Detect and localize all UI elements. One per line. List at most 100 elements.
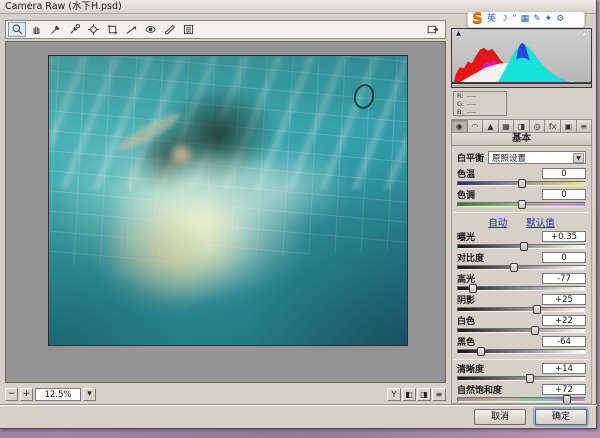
channel-label: G:	[457, 100, 467, 108]
slider-track[interactable]	[457, 307, 586, 312]
slider-track[interactable]	[457, 181, 586, 186]
language-mode-icon[interactable]: 英	[487, 12, 496, 27]
tab-camera-calibration[interactable]: ▣	[561, 119, 577, 133]
slider-thumb[interactable]	[526, 374, 534, 383]
zoom-tool-button[interactable]	[8, 22, 26, 37]
slider-value-input[interactable]: 0	[542, 168, 586, 179]
slider-label: 曝光	[457, 230, 475, 243]
toggle-fullscreen-button[interactable]	[423, 22, 443, 37]
divider	[454, 212, 589, 213]
slider-thumb[interactable]	[518, 200, 526, 209]
slider-thumb[interactable]	[518, 179, 526, 188]
slider-label: 阴影	[457, 293, 475, 306]
slider-thumb[interactable]	[510, 263, 518, 272]
slider-track[interactable]	[457, 328, 586, 333]
photo-preview[interactable]	[49, 56, 407, 345]
slider-contrast: 对比度0	[457, 251, 586, 270]
chevron-down-icon[interactable]: ▼	[573, 153, 584, 163]
moon-icon[interactable]: ☽	[500, 12, 508, 27]
slider-track[interactable]	[457, 244, 586, 249]
slider-temperature: 色温 0	[457, 167, 586, 186]
adjustment-brush-tool-button[interactable]	[160, 22, 178, 37]
zoom-in-button[interactable]: +	[20, 388, 33, 401]
slider-thumb[interactable]	[477, 347, 485, 356]
ime-logo-icon[interactable]: S	[472, 11, 483, 25]
zoom-controls: − + 12.5% ▾ Y◧◨≡	[5, 386, 446, 402]
panel-menu-button[interactable]: ≡	[432, 388, 446, 401]
white-balance-select[interactable]: 原照设置 ▼	[488, 151, 586, 164]
slider-thumb[interactable]	[520, 242, 528, 251]
tab-basic[interactable]: ◉	[451, 119, 468, 133]
toolbox-wrench-icon[interactable]: ⚙	[556, 12, 564, 27]
slider-thumb[interactable]	[531, 326, 539, 335]
straighten-tool-button[interactable]	[122, 22, 140, 37]
zoom-tool-icon	[11, 23, 24, 36]
rgb-readout-row: R:----	[457, 92, 503, 100]
zoom-out-button[interactable]: −	[5, 388, 18, 401]
tab-lens-corrections[interactable]: ◎	[530, 119, 546, 133]
preferences-tool-button[interactable]	[179, 22, 197, 37]
slider-vibrance: 自然饱和度+72	[457, 383, 586, 402]
channel-label: R:	[457, 92, 467, 100]
white-balance-row: 白平衡 原照设置 ▼	[457, 150, 586, 165]
slider-track[interactable]	[457, 397, 586, 402]
tab-presets[interactable]: ≡	[577, 119, 593, 133]
soft-keyboard-icon[interactable]: ▦	[521, 12, 530, 27]
hand-tool-button[interactable]	[27, 22, 45, 37]
white-balance-tool-button[interactable]	[46, 22, 64, 37]
preview-split-button[interactable]: Y	[387, 388, 401, 401]
slider-track[interactable]	[457, 202, 586, 207]
adjustments-panel: ▲ ▲ R:----G:----B:---- ◉◠▲▦◨◎fx▣≡ 基本 白平衡…	[450, 18, 594, 404]
preview-buttons: Y◧◨≡	[387, 388, 446, 401]
divider	[454, 359, 589, 360]
color-sampler-tool-button[interactable]	[65, 22, 83, 37]
auto-link[interactable]: 自动	[488, 218, 507, 229]
slider-value-input[interactable]: -77	[542, 273, 586, 284]
tab-tone-curve[interactable]: ◠	[468, 119, 484, 133]
slider-label: 高光	[457, 272, 475, 285]
slider-value-input[interactable]: +22	[542, 315, 586, 326]
hand-tool-icon	[30, 23, 43, 36]
slider-value-input[interactable]: +72	[542, 384, 586, 395]
slider-value-input[interactable]: +25	[542, 294, 586, 305]
slider-value-input[interactable]: 0	[542, 252, 586, 263]
cancel-button[interactable]: 取消	[474, 409, 526, 425]
slider-track[interactable]	[457, 286, 586, 291]
targeted-adjustment-tool-button[interactable]	[84, 22, 102, 37]
default-link[interactable]: 默认值	[526, 218, 555, 229]
slider-track[interactable]	[457, 349, 586, 354]
zoom-level-dropdown-button[interactable]: ▾	[83, 388, 96, 401]
tab-effects[interactable]: fx	[545, 119, 561, 133]
ime-toolbar: S 英 ☽ ” ▦✎ ✦⚙	[467, 11, 585, 28]
slider-label: 清晰度	[457, 362, 484, 375]
zoom-level-box[interactable]: 12.5%	[35, 388, 81, 401]
slider-value-input[interactable]: -64	[542, 336, 586, 347]
slider-thumb[interactable]	[469, 284, 477, 293]
slider-label: 黑色	[457, 335, 475, 348]
presence-sliders: 清晰度+14自然饱和度+72饱和度-18	[457, 362, 586, 404]
skin-icon[interactable]: ✦	[545, 12, 553, 27]
slider-value-input[interactable]: 0	[542, 189, 586, 200]
slider-value-input[interactable]: +14	[542, 363, 586, 374]
slider-whites: 白色+22	[457, 314, 586, 333]
slider-thumb[interactable]	[563, 395, 571, 404]
tab-detail[interactable]: ▲	[483, 119, 499, 133]
white-balance-tool-icon	[49, 23, 62, 36]
slider-track[interactable]	[457, 265, 586, 270]
rgb-readout: R:----G:----B:----	[453, 91, 507, 116]
preview-after-button[interactable]: ◨	[417, 388, 431, 401]
tab-split-toning[interactable]: ◨	[514, 119, 530, 133]
slider-thumb[interactable]	[533, 305, 541, 314]
red-eye-tool-button[interactable]	[141, 22, 159, 37]
slider-value-input[interactable]: +0.35	[542, 231, 586, 242]
crop-tool-icon	[106, 23, 119, 36]
tab-hsl-grayscale[interactable]: ▦	[499, 119, 515, 133]
pen-icon[interactable]: ✎	[533, 12, 541, 27]
slider-label: 色温	[457, 167, 475, 180]
slider-track[interactable]	[457, 376, 586, 381]
punctuation-icon[interactable]: ”	[512, 12, 517, 27]
preview-before-button[interactable]: ◧	[402, 388, 416, 401]
crop-tool-button[interactable]	[103, 22, 121, 37]
histogram: ▲ ▲	[451, 28, 592, 88]
ok-button[interactable]: 确定	[535, 409, 587, 425]
